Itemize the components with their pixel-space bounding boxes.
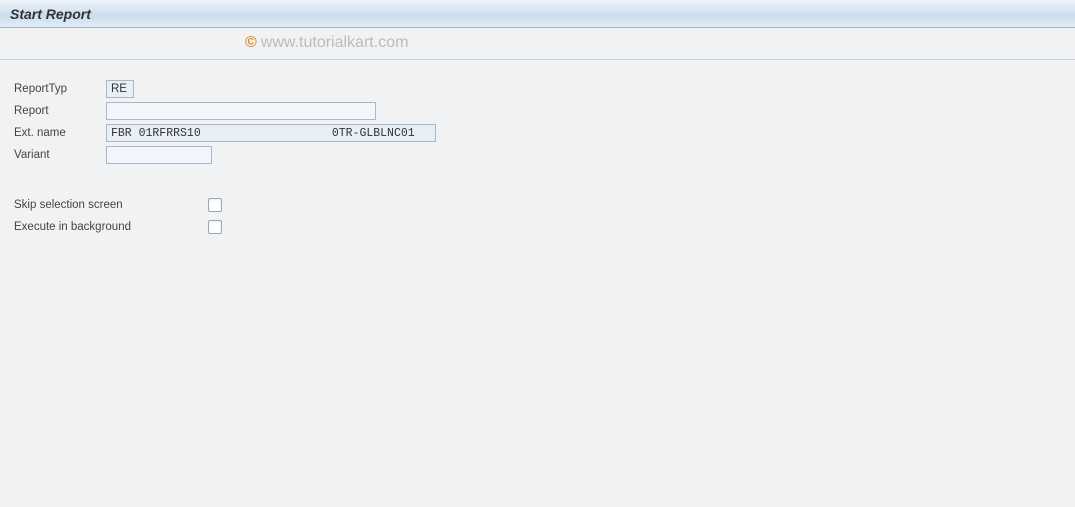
row-ext-name: Ext. name — [14, 122, 1061, 144]
title-bar: Start Report — [0, 0, 1075, 28]
label-ext-name: Ext. name — [14, 127, 106, 139]
label-report-type: ReportTyp — [14, 83, 106, 95]
row-report: Report — [14, 100, 1061, 122]
copyright-symbol: © — [245, 34, 257, 51]
input-ext-name[interactable] — [106, 124, 436, 142]
checkbox-section: Skip selection screen Execute in backgro… — [14, 194, 1061, 238]
label-variant: Variant — [14, 149, 106, 161]
row-skip-selection: Skip selection screen — [14, 194, 1061, 216]
row-variant: Variant — [14, 144, 1061, 166]
checkbox-skip-selection[interactable] — [208, 198, 222, 212]
toolbar: ©www.tutorialkart.com — [0, 28, 1075, 60]
page-title: Start Report — [10, 6, 91, 22]
watermark: ©www.tutorialkart.com — [245, 34, 408, 52]
label-skip-selection: Skip selection screen — [14, 199, 208, 211]
row-report-type: ReportTyp — [14, 78, 1061, 100]
input-variant[interactable] — [106, 146, 212, 164]
watermark-text: www.tutorialkart.com — [261, 34, 409, 51]
checkbox-execute-background[interactable] — [208, 220, 222, 234]
input-report-type[interactable] — [106, 80, 134, 98]
label-execute-background: Execute in background — [14, 221, 208, 233]
form-content: ReportTyp Report Ext. name Variant Skip … — [0, 60, 1075, 256]
label-report: Report — [14, 105, 106, 117]
row-execute-background: Execute in background — [14, 216, 1061, 238]
input-report[interactable] — [106, 102, 376, 120]
